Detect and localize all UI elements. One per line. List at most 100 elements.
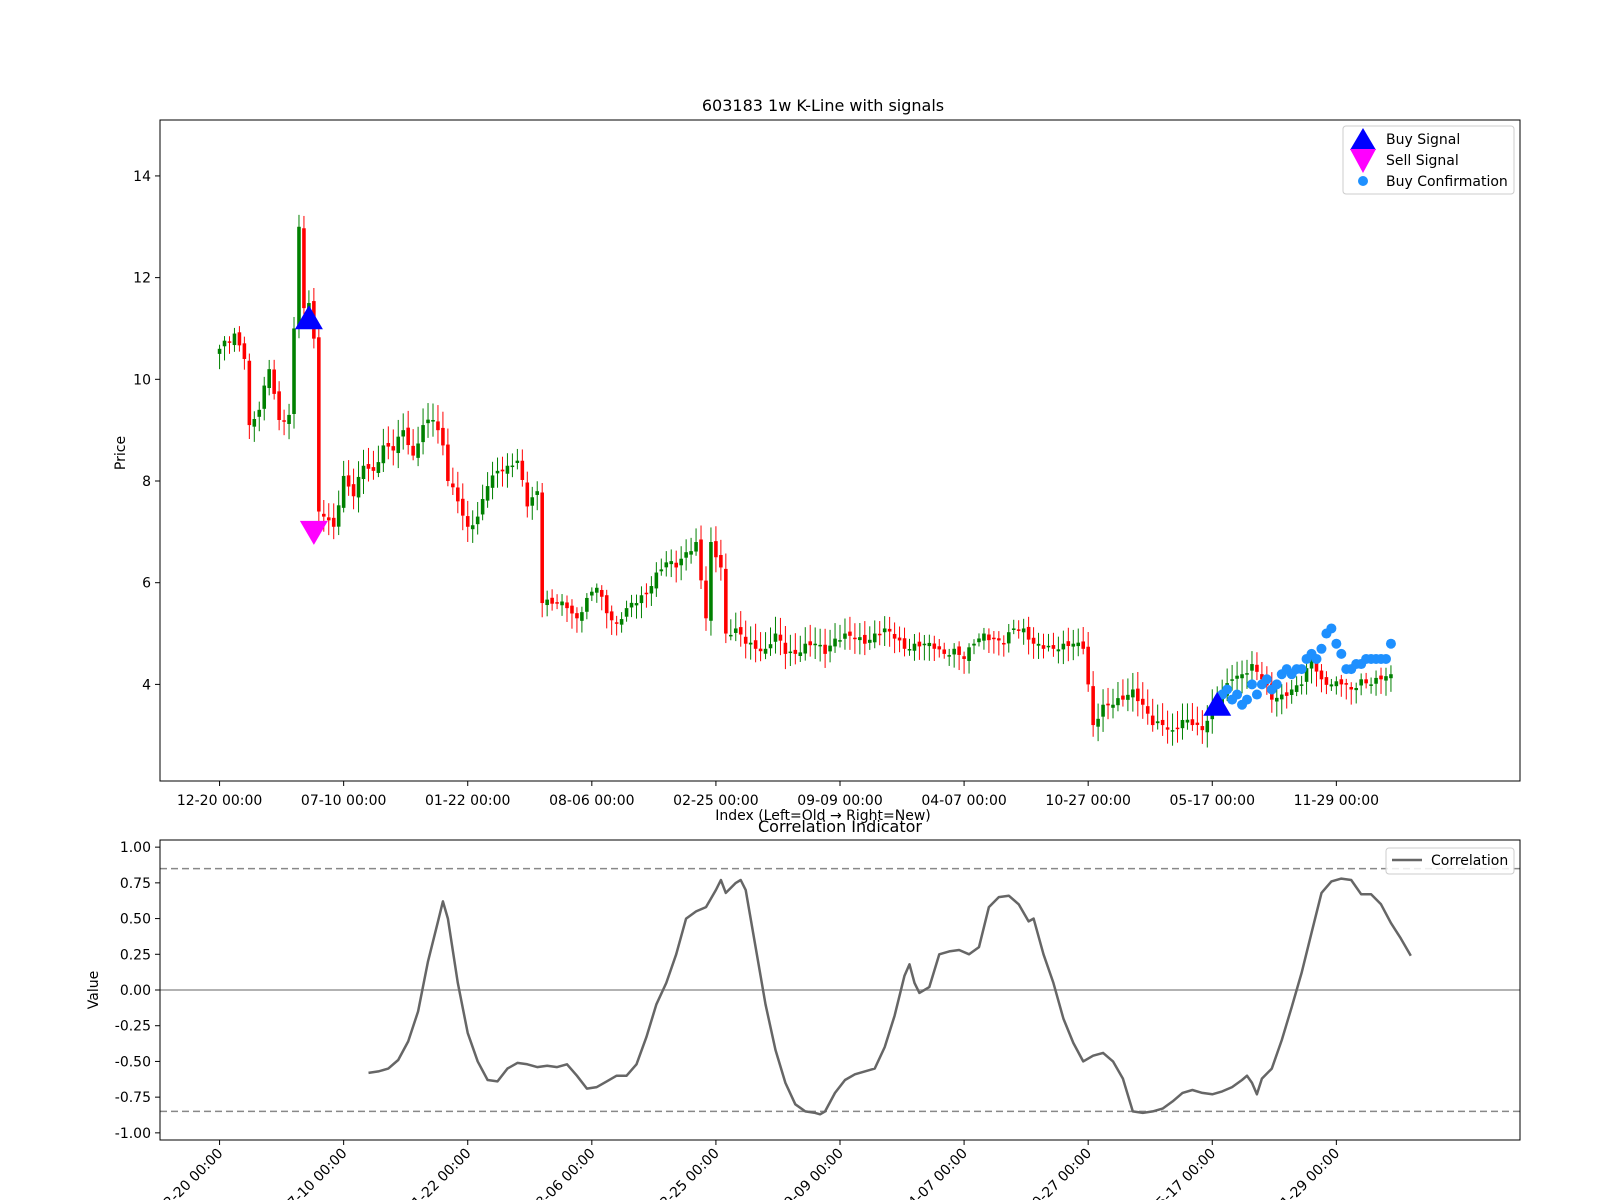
candle-body xyxy=(227,341,232,343)
candle-body xyxy=(724,568,728,634)
candle-body xyxy=(1086,646,1090,685)
buy-confirmation-marker xyxy=(1261,674,1272,685)
candle-body xyxy=(272,369,276,394)
candle-body xyxy=(1081,641,1085,649)
candle-body xyxy=(322,513,326,517)
kline-x-tick-label: 07-10 00:00 xyxy=(301,793,386,809)
candle-body xyxy=(649,586,654,594)
candle-body xyxy=(585,597,589,612)
buy-confirmation-marker xyxy=(1316,643,1327,654)
candle-body xyxy=(480,498,485,515)
candle-body xyxy=(1364,679,1368,684)
candle-body xyxy=(1016,629,1021,631)
candle-body xyxy=(1140,698,1145,705)
candle-body xyxy=(1136,688,1140,702)
candle-body xyxy=(872,633,877,643)
kline-y-tick-label: 12 xyxy=(133,271,151,287)
correlation-y-tick-label: -0.50 xyxy=(115,1054,151,1070)
candle-body xyxy=(957,646,961,655)
candle-body xyxy=(977,638,981,643)
correlation-legend: Correlation xyxy=(1385,847,1515,875)
candle-body xyxy=(1195,722,1200,725)
candle-body xyxy=(297,226,301,327)
buy-confirmation-marker xyxy=(1296,664,1307,675)
candle-body xyxy=(1299,684,1304,686)
candle-body xyxy=(704,580,708,619)
candle-body xyxy=(237,332,242,346)
candle-body xyxy=(540,492,544,604)
candle-body xyxy=(699,539,703,581)
kline-y-tick-label: 14 xyxy=(133,169,151,185)
candle-body xyxy=(292,328,296,414)
candle-body xyxy=(1205,720,1210,733)
candle-body xyxy=(664,562,669,568)
correlation-title: Correlation Indicator xyxy=(758,817,922,836)
candle-body xyxy=(823,644,827,654)
candle-body xyxy=(639,595,644,604)
candle-body xyxy=(505,465,510,474)
candle-body xyxy=(877,633,882,636)
candle-body xyxy=(783,642,788,654)
candle-body xyxy=(684,552,688,558)
candle-body xyxy=(942,649,947,654)
candle-body xyxy=(1011,628,1016,630)
candle-body xyxy=(485,486,490,501)
kline-x-tick-label: 05-17 00:00 xyxy=(1170,793,1255,809)
candle-body xyxy=(1329,684,1334,687)
candle-body xyxy=(659,569,664,572)
kline-x-tick-label: 11-29 00:00 xyxy=(1294,793,1379,809)
candle-body xyxy=(242,343,247,359)
candle-body xyxy=(1002,642,1006,645)
correlation-y-tick-label: 0.25 xyxy=(120,947,151,963)
candle-body xyxy=(1116,698,1120,706)
candle-body xyxy=(431,419,435,422)
candle-body xyxy=(1106,703,1110,706)
buy-confirmation-marker xyxy=(1326,623,1337,634)
candle-body xyxy=(1145,706,1150,714)
candle-body xyxy=(1279,694,1284,700)
candle-body xyxy=(803,643,808,654)
legend-buy-confirmation-icon xyxy=(1358,176,1368,186)
candle-body xyxy=(1046,645,1051,648)
candle-body xyxy=(1066,641,1071,647)
candle-body xyxy=(500,469,505,472)
candle-body xyxy=(371,467,376,471)
candle-body xyxy=(287,414,291,424)
candle-body xyxy=(475,516,480,525)
candle-body xyxy=(743,636,748,644)
candle-body xyxy=(530,497,535,506)
candle-body xyxy=(644,592,649,595)
candle-body xyxy=(1126,694,1130,700)
candle-body xyxy=(346,475,351,487)
candle-body xyxy=(694,542,698,552)
candle-body xyxy=(356,476,361,498)
candle-body xyxy=(1076,642,1081,647)
kline-x-tick-label: 09-09 00:00 xyxy=(797,793,882,809)
candle-body xyxy=(733,628,738,633)
kline-x-tick-label: 08-06 00:00 xyxy=(549,793,634,809)
candle-body xyxy=(1026,626,1031,640)
candle-body xyxy=(386,443,391,447)
candle-body xyxy=(838,640,842,642)
candle-body xyxy=(247,360,252,426)
candle-body xyxy=(1334,681,1339,687)
candle-body xyxy=(599,589,604,597)
kline-y-tick-label: 10 xyxy=(133,372,151,388)
kline-y-tick-label: 4 xyxy=(142,677,151,693)
candle-body xyxy=(1131,689,1135,698)
candle-body xyxy=(590,591,594,596)
candle-body xyxy=(580,612,584,621)
candle-body xyxy=(267,369,271,389)
candle-body xyxy=(1165,727,1170,730)
candle-body xyxy=(997,638,1001,641)
candle-body xyxy=(833,638,837,647)
candle-body xyxy=(495,470,500,474)
candle-body xyxy=(441,427,445,446)
candle-body xyxy=(818,644,822,647)
candle-body xyxy=(992,637,996,640)
candle-body xyxy=(1294,685,1299,692)
candle-body xyxy=(1200,726,1205,731)
candle-body xyxy=(813,643,817,646)
buy-confirmation-marker xyxy=(1380,653,1391,664)
candle-body xyxy=(1359,679,1363,686)
